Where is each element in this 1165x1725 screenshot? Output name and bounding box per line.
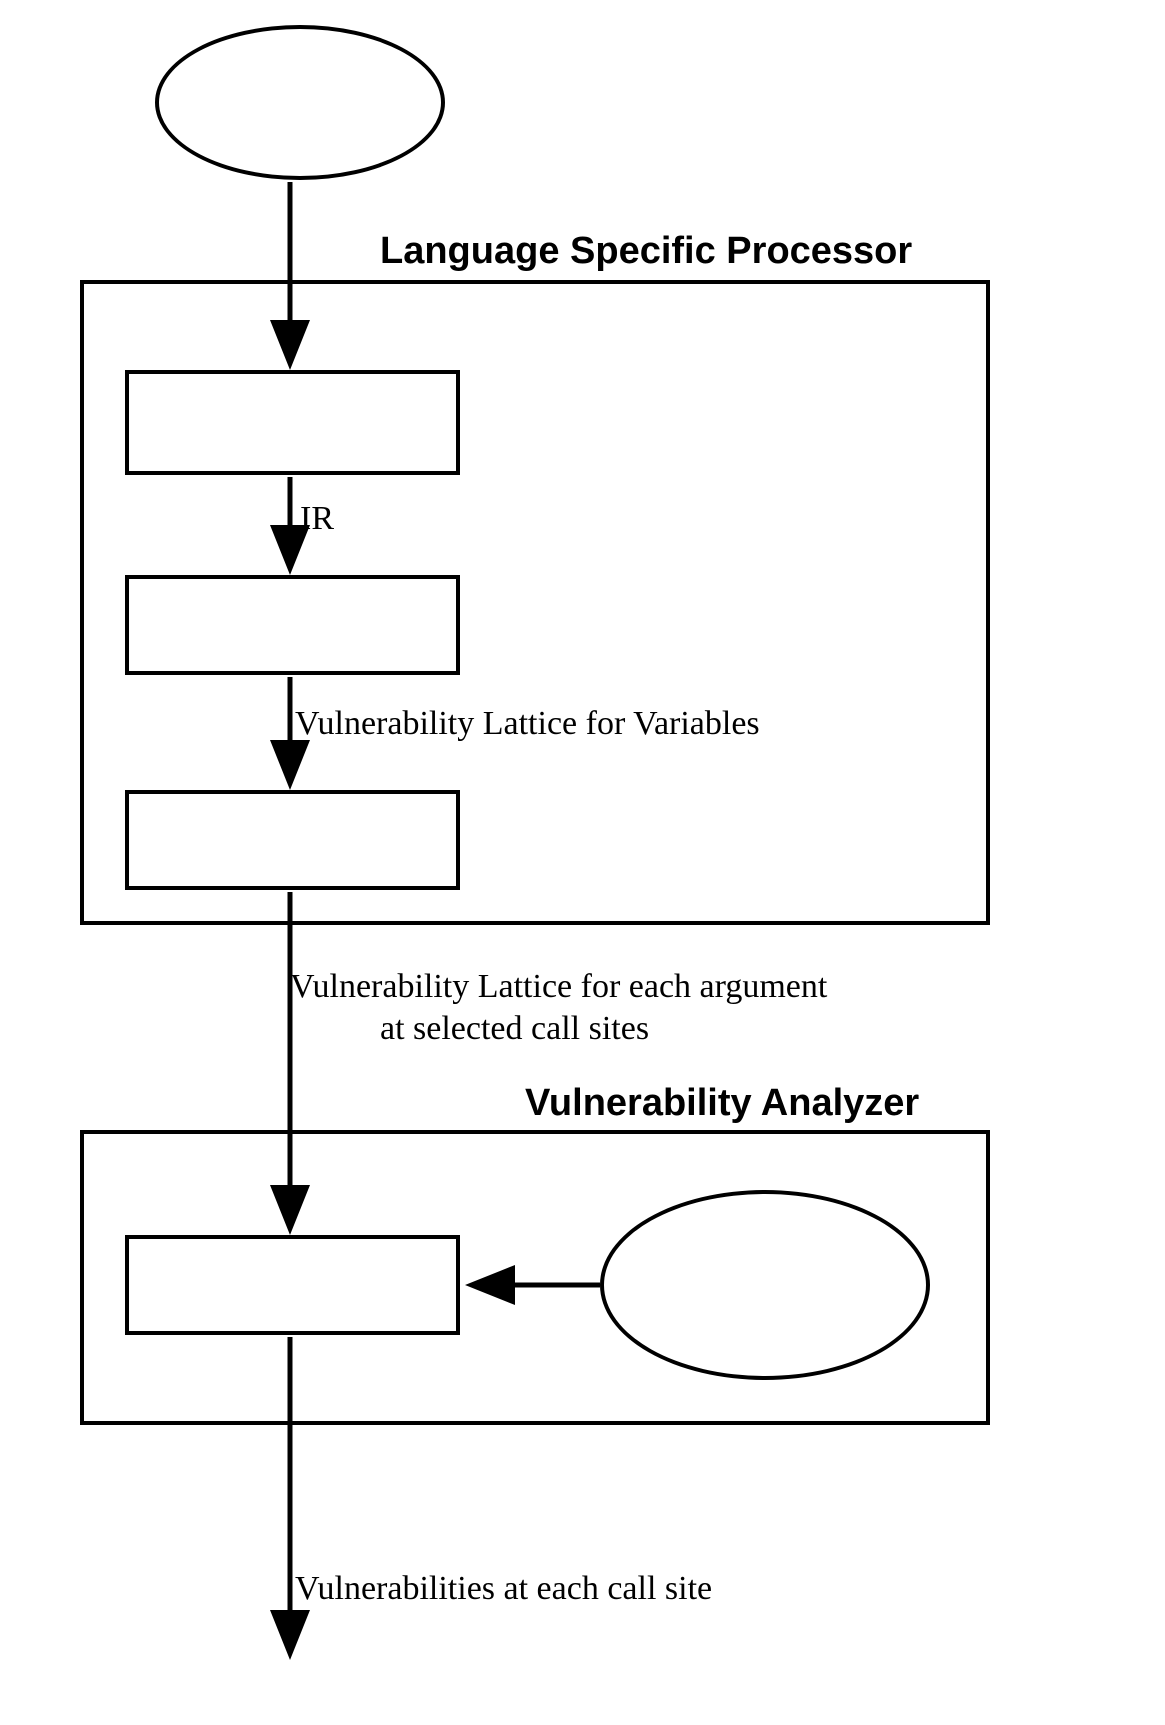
processor-step-2 (125, 575, 460, 675)
edge-label-vlv: Vulnerability Lattice for Variables (295, 705, 760, 743)
edge-label-vlarg-2: at selected call sites (380, 1010, 649, 1048)
edge-label-vcs: Vulnerabilities at each call site (295, 1570, 712, 1608)
analyzer-step (125, 1235, 460, 1335)
section1-title: Language Specific Processor (380, 230, 912, 273)
edge-label-vlarg-1: Vulnerability Lattice for each argument (290, 968, 827, 1006)
diagram-canvas: Language Specific Processor IR Vulnerabi… (0, 0, 1165, 1725)
processor-step-1 (125, 370, 460, 475)
section2-title: Vulnerability Analyzer (525, 1082, 919, 1125)
edge-label-ir: IR (300, 500, 334, 538)
processor-step-3 (125, 790, 460, 890)
start-node (155, 25, 445, 180)
input-node (600, 1190, 930, 1380)
